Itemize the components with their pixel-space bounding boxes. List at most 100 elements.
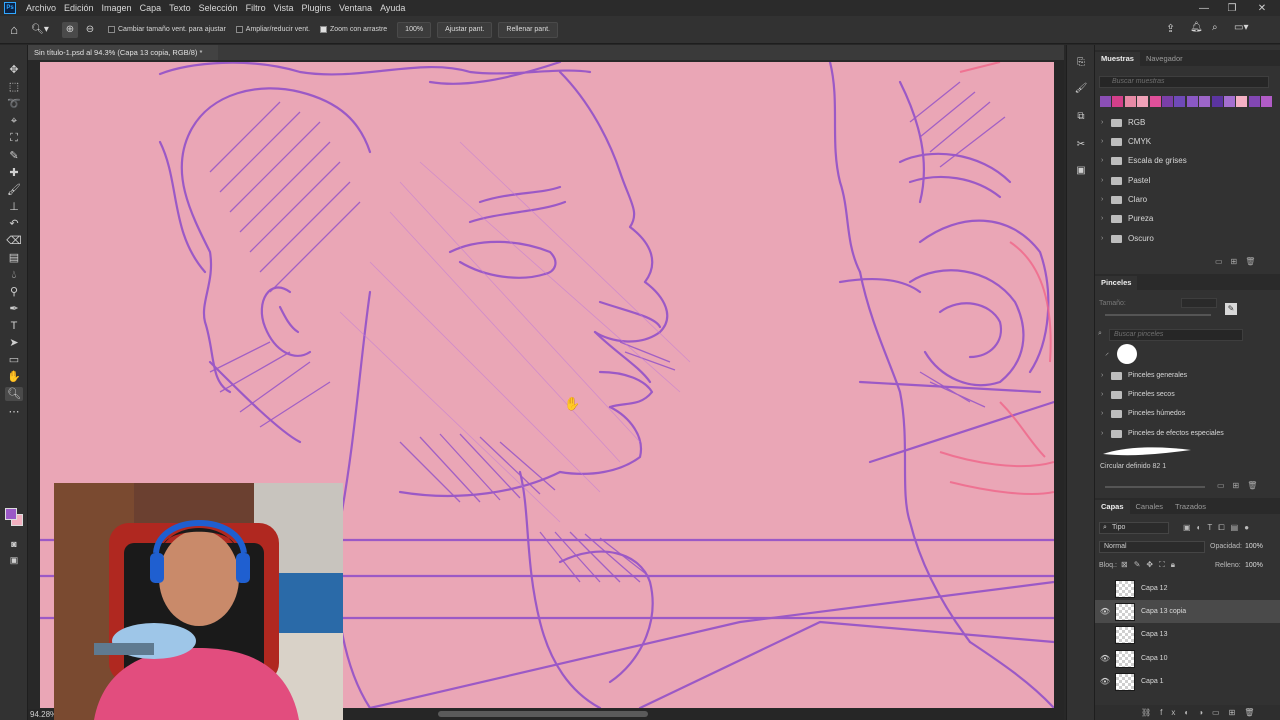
menu-capa[interactable]: Capa bbox=[136, 3, 166, 13]
minimize-icon[interactable]: — bbox=[1190, 0, 1218, 16]
foreground-color-swatch[interactable] bbox=[5, 508, 17, 520]
menu-plugins[interactable]: Plugins bbox=[298, 3, 336, 13]
tab-brushes[interactable]: Pinceles bbox=[1095, 276, 1138, 290]
brush-size-input[interactable] bbox=[1181, 298, 1217, 308]
blur-tool-icon[interactable]: 💧︎ bbox=[5, 268, 23, 282]
layer-row-selected[interactable]: 👁︎ Capa 13 copia bbox=[1095, 600, 1280, 623]
menu-ayuda[interactable]: Ayuda bbox=[376, 3, 409, 13]
workspace-icon[interactable]: ▭▾ bbox=[1234, 22, 1248, 33]
color-swatch[interactable] bbox=[1248, 96, 1260, 107]
menu-edicion[interactable]: Edición bbox=[60, 3, 98, 13]
close-icon[interactable]: ✕ bbox=[1248, 0, 1276, 16]
opacity-value[interactable]: 100% bbox=[1245, 543, 1263, 550]
search-icon[interactable]: ⌕ bbox=[1212, 22, 1218, 33]
vertical-scrollbar[interactable] bbox=[1054, 60, 1064, 710]
fill-screen-button[interactable]: Rellenar pant. bbox=[498, 21, 558, 38]
object-select-tool-icon[interactable]: ⌖ bbox=[5, 114, 23, 128]
restore-icon[interactable]: ❐ bbox=[1218, 0, 1246, 16]
layer-row[interactable]: Capa 12 bbox=[1095, 577, 1280, 600]
menu-vista[interactable]: Vista bbox=[270, 3, 298, 13]
brush-folder-general[interactable]: › Pinceles generales bbox=[1095, 366, 1271, 385]
blend-mode-dropdown[interactable]: Normal bbox=[1099, 541, 1205, 553]
swatches-search-input[interactable]: Buscar muestras bbox=[1099, 76, 1269, 88]
menu-ventana[interactable]: Ventana bbox=[335, 3, 376, 13]
new-brush-icon[interactable]: ✎ bbox=[1225, 303, 1237, 315]
rectangle-tool-icon[interactable]: ▭ bbox=[5, 353, 23, 367]
zoom-all-checkbox[interactable] bbox=[235, 26, 243, 33]
color-swatch[interactable] bbox=[1149, 96, 1161, 107]
brush-folder-special[interactable]: › Pinceles de efectos especiales bbox=[1095, 424, 1271, 443]
path-select-tool-icon[interactable]: ➤ bbox=[5, 336, 23, 350]
brush-tool-icon[interactable]: 🖌︎ bbox=[5, 183, 23, 197]
brush-preview-size-slider[interactable] bbox=[1105, 486, 1205, 488]
color-swatch[interactable] bbox=[1112, 96, 1124, 107]
brush-panel-footer-icons[interactable]: ▭⊞🗑︎ bbox=[1217, 481, 1277, 490]
more-tools-icon[interactable]: ⋯ bbox=[5, 405, 23, 419]
tab-layers[interactable]: Capas bbox=[1095, 500, 1130, 514]
swatch-folder-light[interactable]: › Claro bbox=[1095, 190, 1271, 209]
history-brush-icon[interactable]: ↶ bbox=[5, 217, 23, 231]
color-swatch[interactable] bbox=[1100, 96, 1111, 107]
zoom-100-button[interactable]: 100% bbox=[397, 21, 432, 38]
brushes-search-input[interactable]: Buscar pinceles bbox=[1109, 329, 1243, 341]
scrubby-zoom-checkbox[interactable] bbox=[319, 26, 327, 33]
properties-icon[interactable]: ▣ bbox=[1073, 165, 1089, 181]
tab-swatches[interactable]: Muestras bbox=[1095, 52, 1140, 66]
menu-texto[interactable]: Texto bbox=[165, 3, 195, 13]
color-swatch[interactable] bbox=[1124, 96, 1136, 107]
brush-size-slider[interactable] bbox=[1105, 314, 1211, 316]
dodge-tool-icon[interactable]: ⚲ bbox=[5, 285, 23, 299]
tab-channels[interactable]: Canales bbox=[1130, 500, 1170, 514]
layer-filter-dropdown[interactable]: ⌕ Tipo bbox=[1099, 522, 1169, 534]
notifications-icon[interactable]: 🔔︎ bbox=[1190, 22, 1203, 33]
brush-folder-dry[interactable]: › Pinceles secos bbox=[1095, 385, 1271, 404]
text-tool-icon[interactable]: T bbox=[5, 319, 23, 333]
layer-row[interactable]: 👁︎ Capa 10 bbox=[1095, 647, 1280, 670]
hand-tool-icon[interactable]: ✋ bbox=[5, 370, 23, 384]
tab-paths[interactable]: Trazados bbox=[1169, 500, 1212, 514]
document-tab[interactable]: Sin título-1.psd al 94.3% (Capa 13 copia… bbox=[28, 45, 218, 60]
color-swatch[interactable] bbox=[1236, 96, 1248, 107]
layer-filter-icons[interactable]: ▣◐T⧠▤● bbox=[1183, 523, 1255, 533]
menu-archivo[interactable]: Archivo bbox=[22, 3, 60, 13]
swatch-folder-pastel[interactable]: › Pastel bbox=[1095, 171, 1271, 190]
eraser-tool-icon[interactable]: ⌫ bbox=[5, 234, 23, 248]
zoom-in-icon[interactable]: ⊕ bbox=[62, 21, 78, 38]
color-swatch[interactable] bbox=[1174, 96, 1186, 107]
color-swatch[interactable] bbox=[1162, 96, 1173, 107]
home-icon[interactable]: ⌂ bbox=[0, 22, 28, 37]
fit-screen-button[interactable]: Ajustar pant. bbox=[437, 21, 493, 38]
layer-row[interactable]: 👁︎ Capa 1 bbox=[1095, 670, 1280, 693]
swatch-folder-pure[interactable]: › Pureza bbox=[1095, 209, 1271, 228]
color-swatch[interactable] bbox=[1137, 96, 1149, 107]
lock-icons[interactable]: ⊠✎✥⛶🔒︎ bbox=[1121, 560, 1181, 570]
eye-icon[interactable]: 👁︎ bbox=[1095, 654, 1115, 663]
eyedropper-tool-icon[interactable]: ✎ bbox=[5, 149, 23, 163]
menu-filtro[interactable]: Filtro bbox=[242, 3, 270, 13]
brush-folder-wet[interactable]: › Pinceles húmedos bbox=[1095, 404, 1271, 423]
marquee-tool-icon[interactable]: ⬚ bbox=[5, 80, 23, 94]
gradient-tool-icon[interactable]: ▤ bbox=[5, 251, 23, 265]
swatch-folder-grayscale[interactable]: › Escala de grises bbox=[1095, 151, 1271, 170]
lasso-tool-icon[interactable]: ➰ bbox=[5, 97, 23, 111]
zoom-tool-preset-icon[interactable]: 🔍︎▾ bbox=[28, 24, 52, 35]
swatch-folder-dark[interactable]: › Oscuro bbox=[1095, 229, 1271, 248]
swatch-folder-rgb[interactable]: › RGB bbox=[1095, 113, 1271, 132]
swatch-folder-cmyk[interactable]: › CMYK bbox=[1095, 132, 1271, 151]
fill-value[interactable]: 100% bbox=[1245, 562, 1263, 569]
menu-imagen[interactable]: Imagen bbox=[98, 3, 136, 13]
color-swatch[interactable] bbox=[1224, 96, 1235, 107]
brush-settings-icon[interactable]: 🖌︎ bbox=[1073, 83, 1089, 99]
color-swatch[interactable] bbox=[1211, 96, 1223, 107]
swatch-panel-footer-icons[interactable]: ▭⊞🗑︎ bbox=[1215, 257, 1275, 266]
quick-mask-icon[interactable]: ◙ bbox=[5, 537, 23, 551]
share-icon[interactable]: ⇪ bbox=[1166, 22, 1175, 35]
zoom-tool-icon[interactable]: 🔍︎ bbox=[5, 387, 23, 401]
crop-tool-icon[interactable]: ⛶ bbox=[5, 131, 23, 145]
history-panel-icon[interactable]: ⎘ bbox=[1073, 57, 1089, 73]
brush-preview-round[interactable] bbox=[1117, 344, 1137, 364]
eye-icon[interactable]: 👁︎ bbox=[1095, 607, 1115, 616]
stamp-tool-icon[interactable]: ⊥ bbox=[5, 200, 23, 214]
scroll-thumb[interactable] bbox=[438, 711, 648, 717]
menu-seleccion[interactable]: Selección bbox=[195, 3, 242, 13]
